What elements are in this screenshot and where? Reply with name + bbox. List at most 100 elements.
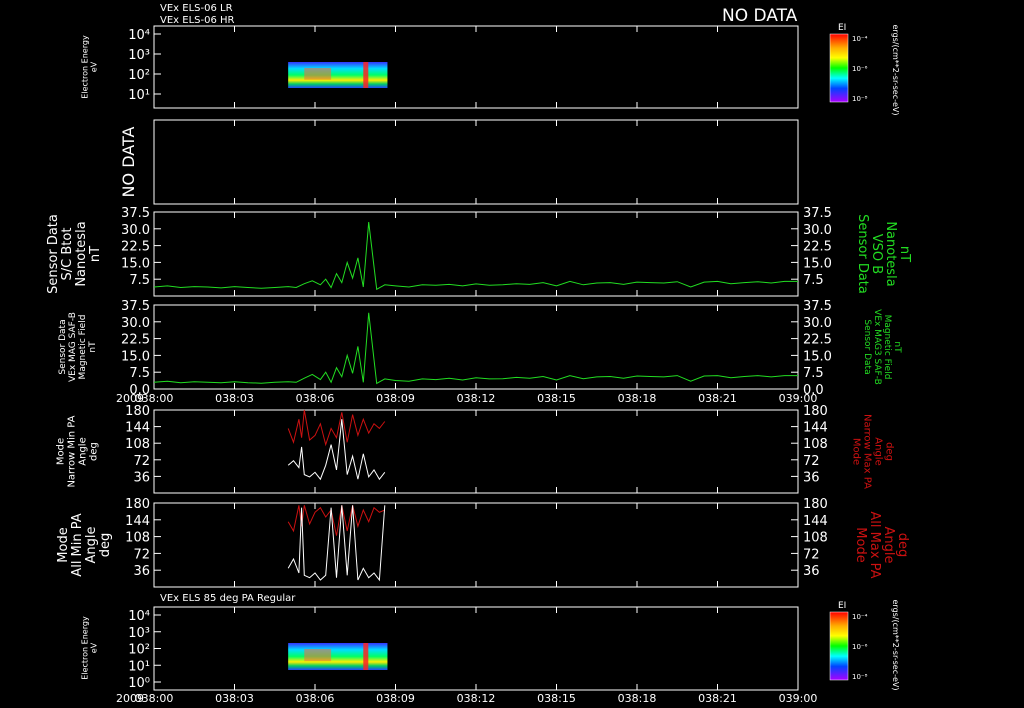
mag-right-label-3: Sensor Data (862, 319, 872, 374)
pa-left-label-5: Mode (56, 527, 71, 562)
mag-ytick-2-left: 22.5 (121, 240, 150, 255)
pa-ytick-4-left: 108 (125, 437, 150, 452)
pa-ytick-4-right: 36 (803, 470, 820, 485)
mag-left-label-2: Nanotesla (74, 221, 89, 286)
mag-ytick-2-right: 37.5 (803, 206, 832, 221)
colorbar-unit-label: ergs/(cm**2-sr-sec-eV) (891, 599, 900, 690)
panel-frame-3 (153, 304, 799, 390)
colorbar-tick-label: 10⁻⁶ (852, 65, 868, 73)
pa-right-label-4: Angle (873, 437, 884, 465)
mag-left-label-3: Sensor Data (58, 319, 68, 374)
pa-ytick-5-left: 36 (133, 564, 150, 579)
panel-frame-5 (153, 502, 799, 588)
mag-ytick-2-left: 15.0 (121, 256, 150, 271)
mag-series-line-3 (153, 312, 798, 385)
mag-ytick-2-left: 37.5 (121, 206, 150, 221)
spectrogram-bottom-ytick-left: 10⁰ (128, 676, 150, 691)
mag-ytick-3-right: 22.5 (803, 333, 832, 348)
time-tick-label: 038:18 (618, 692, 657, 705)
pa-ytick-4-right: 108 (803, 437, 828, 452)
pa-ytick-5-left: 180 (125, 497, 150, 512)
mag-ytick-3-left: 7.5 (129, 366, 150, 381)
mag-left-label-2: nT (88, 246, 103, 262)
colorbar-label: EI (838, 601, 846, 611)
pa-ytick-4-left: 72 (133, 454, 150, 469)
spectrogram-bottom-hot (304, 649, 332, 662)
mag-left-label-3: Magnetic Field (78, 315, 88, 380)
time-tick-label: 038:12 (457, 392, 496, 405)
time-tick-label: 038:21 (698, 692, 737, 705)
colorbar-gradient (829, 33, 849, 103)
mag-ytick-2-right: 7.5 (803, 273, 824, 288)
mag-ytick-3-left: 37.5 (121, 299, 150, 314)
spectrogram-top-ylabel: Electron Energy (81, 35, 90, 99)
mag-right-label-2: Sensor Data (855, 214, 870, 294)
spectrogram-bottom-title: VEx ELS 85 deg PA Regular (160, 593, 296, 604)
mag-left-label-2: S/C Btot (60, 228, 75, 281)
mag-right-label-3: Magnetic Field (882, 315, 892, 380)
panel-frame-1 (153, 119, 799, 205)
spectrogram-top-ytick-left: 10¹ (128, 88, 150, 103)
spectrogram-bottom-burst (363, 643, 369, 670)
pa-right-label-4: Mode (851, 438, 862, 465)
colorbar-tick-label: 10⁻⁴ (852, 35, 868, 43)
pa-left-label-4: Mode (56, 438, 67, 465)
mag-left-label-2: Sensor Data (46, 214, 61, 294)
spectrogram-bottom-ylabel: eV (90, 642, 99, 653)
no-data-label: NO DATA (722, 6, 798, 26)
pa-ytick-4-right: 144 (803, 421, 828, 436)
pa-ytick-5-right: 180 (803, 497, 828, 512)
time-tick-label: 038:21 (698, 392, 737, 405)
pa-ytick-4-left: 144 (125, 421, 150, 436)
spectrogram-top-ylabel: eV (90, 61, 99, 72)
time-tick-label: 038:06 (296, 392, 335, 405)
pa-left-label-4: deg (89, 442, 100, 461)
mag-ytick-2-left: 30.0 (121, 223, 150, 238)
colorbar-tick-label: 10⁻⁸ (852, 95, 868, 103)
mag-ytick-3-right: 7.5 (803, 366, 824, 381)
mag-right-label-2: Nanotesla (883, 221, 898, 286)
time-tick-label: 039:00 (779, 392, 818, 405)
pa-right-label-5: Angle (881, 527, 896, 564)
mag-left-label-3: nT (88, 341, 98, 353)
mag-ytick-3-right: 30.0 (803, 316, 832, 331)
pa-right-label-4: Narrow Max PA (862, 414, 873, 489)
time-tick-label: 038:00 (135, 692, 174, 705)
mag-right-label-3: VEx MAG3 SAF-B (872, 309, 882, 385)
colorbar-unit-label: ergs/(cm**2-sr-sec-eV) (891, 24, 900, 115)
time-tick-label: 038:09 (376, 692, 415, 705)
time-tick-label: 038:00 (135, 392, 174, 405)
pa-right-label-5: All Max PA (867, 511, 882, 578)
pa-ytick-5-right: 108 (803, 531, 828, 546)
mag-ytick-2-left: 7.5 (129, 273, 150, 288)
spectrogram-bottom-ytick-left: 10¹ (128, 659, 150, 674)
time-tick-label: 038:15 (537, 392, 576, 405)
time-tick-label: 038:15 (537, 692, 576, 705)
pa-series-line-4-0 (287, 409, 386, 447)
colorbar-label: EI (838, 23, 846, 33)
pa-left-label-4: Angle (78, 437, 89, 465)
time-tick-label: 038:03 (215, 692, 254, 705)
spectrogram-top (288, 62, 388, 88)
mag-left-label-3: VEx MAG SAF-B (68, 312, 78, 382)
panel-frame-0 (153, 25, 799, 109)
mag-right-label-2: nT (897, 246, 912, 262)
pa-left-label-4: Narrow Min PA (67, 415, 78, 487)
mag-right-label-3: nT (892, 341, 902, 353)
mag-series-line-2 (153, 222, 798, 291)
spectrogram-top-burst (363, 62, 369, 88)
pa-right-label-5: deg (895, 533, 910, 558)
mag-ytick-2-right: 22.5 (803, 240, 832, 255)
pa-left-label-5: All Min PA (70, 513, 85, 576)
spectrogram-top-ytick-left: 10² (128, 68, 150, 83)
mag-ytick-3-left: 30.0 (121, 316, 150, 331)
mag-right-label-2: VSO B (869, 234, 884, 274)
time-tick-label: 038:09 (376, 392, 415, 405)
mag-ytick-2-right: 15.0 (803, 256, 832, 271)
spectrogram-bottom-ytick-left: 10² (128, 643, 150, 658)
header-line-2: VEx ELS-06 HR (160, 15, 235, 26)
colorbar-tick-label: 10⁻⁴ (852, 613, 868, 621)
colorbar-gradient (829, 611, 849, 681)
spectrogram-bottom-ylabel: Electron Energy (81, 616, 90, 680)
colorbar-tick-label: 10⁻⁸ (852, 673, 868, 681)
